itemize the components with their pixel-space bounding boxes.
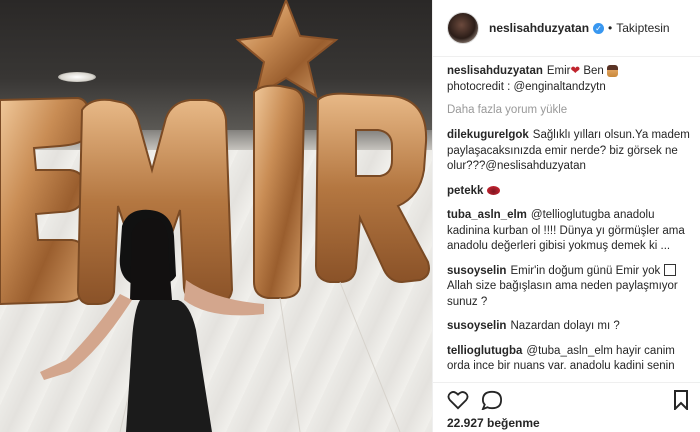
heart-emoji-icon: ❤ [570, 65, 581, 77]
verified-badge-icon: ✓ [593, 22, 605, 34]
balloon-letter-i [253, 84, 306, 299]
letter-balloons [0, 0, 430, 432]
comment-username[interactable]: susoyselin [447, 320, 506, 332]
comments-list: neslisahduzyatan Emir❤ Ben photocredit : … [447, 64, 692, 374]
comment-username[interactable]: tuba_asln_elm [447, 209, 527, 221]
lips-emoji-icon [487, 185, 501, 195]
post-header: neslisahduzyatan ✓ • Takiptesin [433, 0, 700, 57]
comment: susoyselin Emir'in doğum günü Emir yok Al… [447, 264, 692, 311]
instagram-post: neslisahduzyatan ✓ • Takiptesin neslisah… [0, 0, 700, 432]
bookmark-icon[interactable] [673, 390, 689, 410]
comment-text: Emir'in doğum günü Emir yok [510, 264, 661, 277]
comment: dilekugurelgok Sağlıklı yılları olsun.Ya … [447, 128, 692, 175]
comment: tellioglutugba @tuba_asln_elm hayir canim… [447, 344, 692, 375]
post-sidebar: neslisahduzyatan ✓ • Takiptesin neslisah… [432, 0, 700, 432]
like-count[interactable]: 22.927 beğenme [447, 416, 540, 430]
balloon-letter-r [314, 92, 430, 284]
caption-suffix: Ben [583, 65, 604, 77]
caption: neslisahduzyatan Emir❤ Ben photocredit : … [447, 64, 692, 95]
header-username[interactable]: neslisahduzyatan [489, 21, 589, 35]
action-bar [433, 382, 700, 413]
comment: petekk [447, 184, 692, 200]
caption-text: Emir [546, 65, 571, 77]
star-balloon [235, 0, 339, 99]
girl-emoji-icon [607, 64, 619, 77]
follow-status[interactable]: Takiptesin [616, 21, 669, 35]
comment-text: Nazardan dolayı mı ? [510, 320, 620, 332]
comment-username[interactable]: susoyselin [447, 265, 506, 277]
comment-username[interactable]: petekk [447, 185, 483, 197]
unknown-emoji-icon [663, 264, 676, 277]
photocredit[interactable]: photocredit : @enginaltandzytn [447, 81, 606, 93]
comment: tuba_asln_elm @tellioglutugba anadolu kad… [447, 208, 692, 255]
comment: susoyselin Nazardan dolayı mı ? [447, 319, 692, 335]
comment-username[interactable]: tellioglutugba [447, 345, 522, 357]
load-more-comments[interactable]: Daha fazla yorum yükle [447, 104, 692, 116]
comment-username[interactable]: dilekugurelgok [447, 129, 529, 141]
comment-icon[interactable] [481, 390, 503, 410]
avatar[interactable] [447, 12, 479, 44]
caption-username[interactable]: neslisahduzyatan [447, 65, 543, 77]
comment-text-continued: Allah size bağışlasın ama neden paylaşmı… [447, 280, 678, 308]
post-photo[interactable] [0, 0, 432, 432]
separator-dot: • [608, 21, 613, 35]
balloon-letter-e [0, 96, 90, 306]
heart-icon[interactable] [447, 390, 469, 410]
